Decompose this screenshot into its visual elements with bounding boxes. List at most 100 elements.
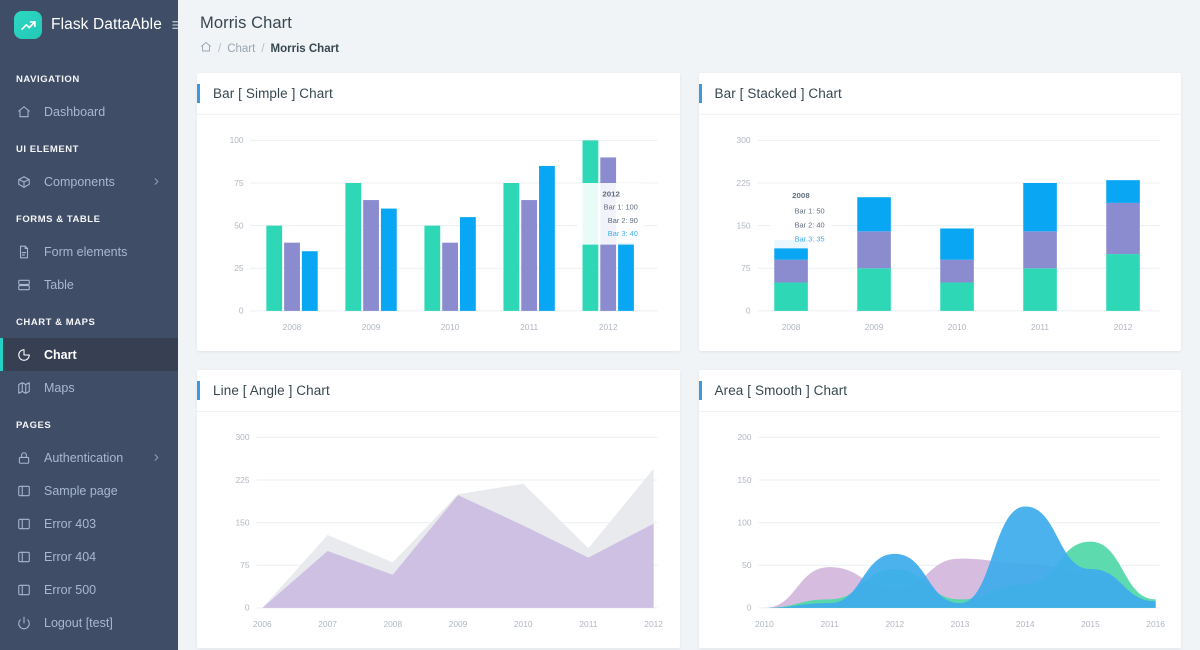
sidebar-item-error-403[interactable]: Error 403 — [0, 507, 178, 540]
sidebar-item-form-elements[interactable]: Form elements — [0, 235, 178, 268]
chevron-right-icon — [151, 452, 162, 463]
stacked-bar-2009[interactable] — [856, 197, 891, 311]
svg-text:2011: 2011 — [820, 620, 838, 629]
y-axis-ticks: 200 150 100 50 0 — [737, 433, 751, 612]
card-header: Bar [ Simple ] Chart — [197, 73, 680, 115]
svg-text:150: 150 — [736, 222, 750, 231]
y-axis-ticks: 300 225 150 75 0 — [736, 136, 750, 315]
sidebar-icon — [16, 582, 31, 597]
sidebar-item-authentication[interactable]: Authentication — [0, 441, 178, 474]
card-body: 100 75 50 25 0 2008 2009 2010 2011 2012 … — [197, 115, 680, 351]
sidebar-item-dashboard[interactable]: Dashboard — [0, 95, 178, 128]
chart-tooltip: 2008 Bar 1: 50 Bar 2: 40 Bar 3: 35 — [769, 183, 832, 249]
svg-text:150: 150 — [737, 476, 751, 485]
sidebar-item-label: Dashboard — [44, 104, 106, 119]
sidebar-item-maps[interactable]: Maps — [0, 371, 178, 404]
svg-text:2016: 2016 — [1146, 620, 1165, 629]
card-area-smooth: Area [ Smooth ] Chart 200 150 100 50 0 2… — [698, 370, 1181, 648]
bar-stacked-chart[interactable]: 300 225 150 75 0 2008 2009 2010 2011 201… — [713, 129, 1168, 345]
sidebar-item-error-500[interactable]: Error 500 — [0, 573, 178, 606]
hamburger-icon[interactable] — [171, 17, 178, 33]
svg-text:2012: 2012 — [1113, 323, 1132, 332]
bar-group-2010[interactable] — [424, 217, 476, 311]
sidebar-item-sample-page[interactable]: Sample page — [0, 474, 178, 507]
pie-chart-icon — [16, 347, 31, 362]
sidebar-item-chart[interactable]: Chart — [0, 338, 178, 371]
x-axis-ticks: 2010 2011 2012 2013 2014 2015 2016 — [755, 620, 1165, 629]
svg-text:2008: 2008 — [781, 323, 800, 332]
nav-caption-forms-table: Forms & Table — [16, 214, 101, 225]
sidebar-icon — [16, 516, 31, 531]
svg-text:2008: 2008 — [383, 620, 402, 629]
card-bar-simple: Bar [ Simple ] Chart 100 75 50 25 0 2008… — [197, 73, 680, 351]
home-icon[interactable] — [200, 41, 212, 56]
svg-text:100: 100 — [737, 519, 751, 528]
breadcrumb-link-chart[interactable]: Chart — [227, 43, 255, 55]
x-axis-ticks: 2008 2009 2010 2011 2012 — [283, 323, 618, 332]
x-axis-ticks: 2008 2009 2010 2011 2012 — [781, 323, 1132, 332]
chart-grid: Bar [ Simple ] Chart 100 75 50 25 0 2008… — [178, 66, 1200, 648]
sidebar-item-label: Error 403 — [44, 516, 97, 531]
table-icon — [16, 277, 31, 292]
svg-text:100: 100 — [230, 136, 244, 145]
lock-icon — [16, 450, 31, 465]
stacked-bar-2011[interactable] — [1022, 183, 1057, 311]
sidebar: Flask DattaAble Navigation Dashboard — [0, 0, 178, 650]
nav-caption-ui-element: UI Element — [16, 144, 80, 155]
box-icon — [16, 174, 31, 189]
svg-text:2009: 2009 — [864, 323, 883, 332]
line-angle-chart[interactable]: 300 225 150 75 0 2006 2007 2008 2009 201… — [211, 426, 666, 642]
stacked-bar-2012[interactable] — [1105, 180, 1140, 311]
sidebar-item-label: Authentication — [44, 450, 124, 465]
card-line-angle: Line [ Angle ] Chart 300 225 150 75 0 20… — [197, 370, 680, 648]
breadcrumb-separator: / — [261, 42, 265, 55]
bar-group-2011[interactable] — [503, 165, 555, 311]
sidebar-item-table[interactable]: Table — [0, 268, 178, 301]
card-title: Area [ Smooth ] Chart — [714, 383, 848, 398]
home-icon — [16, 104, 31, 119]
svg-text:2006: 2006 — [253, 620, 272, 629]
svg-text:50: 50 — [742, 561, 752, 570]
sidebar-item-components[interactable]: Components — [0, 165, 178, 198]
sidebar-item-label: Form elements — [44, 244, 128, 259]
nav-caption-navigation: Navigation — [16, 74, 80, 85]
svg-text:2010: 2010 — [514, 620, 533, 629]
svg-text:2009: 2009 — [362, 323, 381, 332]
card-title: Line [ Angle ] Chart — [213, 383, 330, 398]
stacked-bar-2010[interactable] — [939, 228, 974, 311]
bar-simple-chart[interactable]: 100 75 50 25 0 2008 2009 2010 2011 2012 … — [211, 129, 666, 345]
stacked-bar-2008[interactable] — [773, 239, 808, 311]
svg-text:2014: 2014 — [1015, 620, 1034, 629]
svg-text:2011: 2011 — [1031, 323, 1049, 332]
svg-text:Bar 1: 50: Bar 1: 50 — [794, 206, 824, 215]
nav-caption-chart-maps: Chart & Maps — [16, 317, 96, 328]
bar-group-2009[interactable] — [345, 183, 397, 311]
sidebar-item-label: Error 500 — [44, 582, 97, 597]
svg-text:300: 300 — [236, 433, 250, 442]
sidebar-item-logout[interactable]: Logout [test] — [0, 606, 178, 639]
area-smooth-chart[interactable]: 200 150 100 50 0 2010 2011 2012 2013 201… — [713, 426, 1168, 642]
sidebar-icon — [16, 483, 31, 498]
svg-text:2008: 2008 — [792, 191, 810, 200]
y-axis-ticks: 100 75 50 25 0 — [230, 136, 244, 315]
sidebar-item-label: Components — [44, 174, 115, 189]
svg-text:300: 300 — [736, 136, 750, 145]
sidebar-item-label: Maps — [44, 380, 75, 395]
bar-group-2008[interactable] — [266, 225, 318, 311]
card-body: 300 225 150 75 0 2008 2009 2010 2011 201… — [699, 115, 1182, 351]
card-header: Area [ Smooth ] Chart — [698, 370, 1181, 412]
svg-text:0: 0 — [245, 604, 250, 613]
sidebar-item-error-404[interactable]: Error 404 — [0, 540, 178, 573]
svg-text:2009: 2009 — [449, 620, 468, 629]
svg-text:0: 0 — [745, 307, 750, 316]
card-bar-stacked: Bar [ Stacked ] Chart 300 225 150 75 0 2… — [698, 73, 1182, 351]
card-header: Line [ Angle ] Chart — [197, 370, 680, 412]
svg-text:2010: 2010 — [755, 620, 774, 629]
svg-text:225: 225 — [236, 476, 250, 485]
breadcrumb-separator: / — [218, 42, 222, 55]
power-icon — [16, 615, 31, 630]
svg-text:150: 150 — [236, 519, 250, 528]
svg-text:2011: 2011 — [579, 620, 597, 629]
sidebar-item-label: Logout [test] — [44, 615, 113, 630]
chart-tooltip: 2012 Bar 1: 100 Bar 2: 90 Bar 3: 40 — [577, 183, 645, 245]
